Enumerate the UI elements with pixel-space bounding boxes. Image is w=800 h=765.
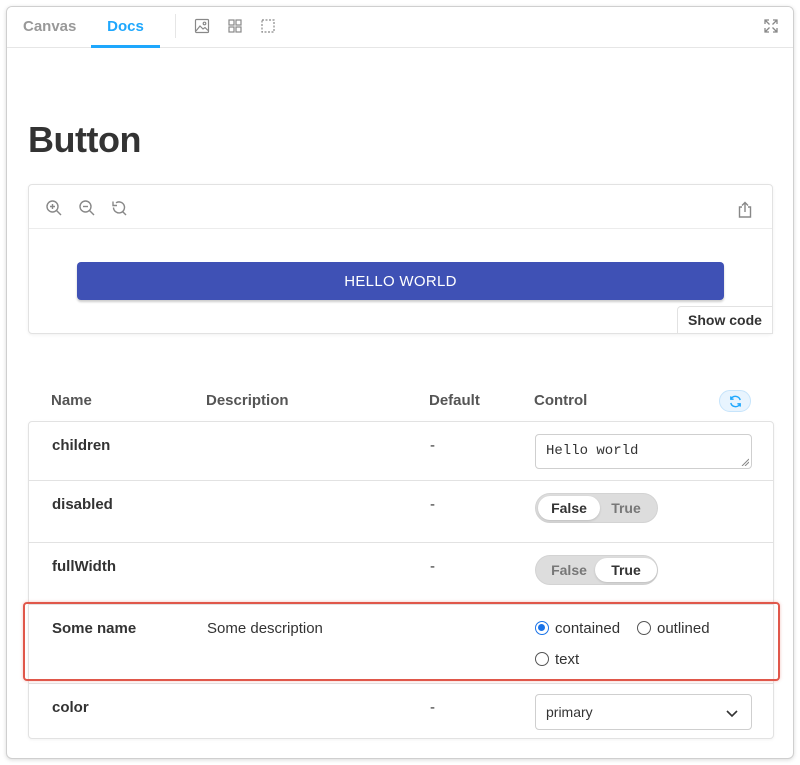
toggle-option-false[interactable]: False xyxy=(538,558,600,582)
arg-description: Some description xyxy=(207,620,323,637)
top-toolbar: Canvas Docs xyxy=(7,7,793,48)
toolbar-divider xyxy=(175,14,176,38)
radio-button[interactable] xyxy=(535,621,549,635)
storybook-window: Canvas Docs Button HELLO WORLD Show code… xyxy=(6,6,794,759)
radio-label: outlined xyxy=(657,620,710,637)
arg-default: - xyxy=(430,558,435,575)
share-icon[interactable] xyxy=(736,201,754,219)
column-header-name: Name xyxy=(51,392,92,409)
tab-docs[interactable]: Docs xyxy=(91,7,160,48)
grid-icon[interactable] xyxy=(227,18,243,34)
radio-button[interactable] xyxy=(637,621,651,635)
color-select[interactable]: primary xyxy=(535,694,752,730)
column-header-default: Default xyxy=(429,392,480,409)
arg-default: - xyxy=(430,699,435,716)
resize-handle-icon[interactable] xyxy=(741,458,749,466)
table-row: Some name Some description contained out… xyxy=(29,605,773,684)
fullscreen-icon[interactable] xyxy=(763,18,779,34)
preview-toolbar xyxy=(29,185,772,229)
radio-label: contained xyxy=(555,620,621,637)
table-row: children - Hello world xyxy=(29,422,773,481)
children-value: Hello world xyxy=(546,443,639,459)
active-tab-indicator xyxy=(91,45,160,48)
arg-name: fullWidth xyxy=(52,558,117,575)
arg-default: - xyxy=(430,437,435,454)
fullwidth-toggle[interactable]: False True xyxy=(535,555,658,585)
reset-controls-button[interactable] xyxy=(719,390,751,412)
args-table: children - Hello world disabled - False … xyxy=(28,421,774,739)
reset-icon xyxy=(730,395,741,408)
color-select-value: primary xyxy=(546,704,593,720)
arg-name: children xyxy=(52,437,111,454)
column-header-control: Control xyxy=(534,392,588,409)
arg-name: color xyxy=(52,699,89,716)
hello-world-button[interactable]: Hello world xyxy=(77,262,724,300)
children-text-input[interactable]: Hello world xyxy=(535,434,752,469)
radio-label: text xyxy=(555,651,580,668)
tab-canvas[interactable]: Canvas xyxy=(23,7,76,48)
table-row: disabled - False True xyxy=(29,481,773,543)
arg-name: disabled xyxy=(52,496,113,513)
column-header-description: Description xyxy=(206,392,289,409)
toggle-option-true[interactable]: True xyxy=(595,558,657,582)
page-title: Button xyxy=(28,119,141,160)
table-row: fullWidth - False True xyxy=(29,543,773,605)
zoom-out-icon[interactable] xyxy=(78,199,96,217)
toggle-option-true[interactable]: True xyxy=(595,496,657,520)
story-preview: Hello world Show code xyxy=(28,184,773,334)
disabled-toggle[interactable]: False True xyxy=(535,493,658,523)
tab-docs-label: Docs xyxy=(107,18,144,35)
arg-name: Some name xyxy=(52,620,137,637)
arg-default: - xyxy=(430,496,435,513)
chevron-down-icon xyxy=(726,710,738,718)
toggle-option-false[interactable]: False xyxy=(538,496,600,520)
table-row: color - primary xyxy=(29,684,773,740)
zoom-reset-icon[interactable] xyxy=(110,199,128,217)
radio-button[interactable] xyxy=(535,652,549,666)
zoom-in-icon[interactable] xyxy=(45,199,63,217)
show-code-button[interactable]: Show code xyxy=(677,306,773,334)
image-icon[interactable] xyxy=(194,18,210,34)
outline-icon[interactable] xyxy=(260,18,276,34)
